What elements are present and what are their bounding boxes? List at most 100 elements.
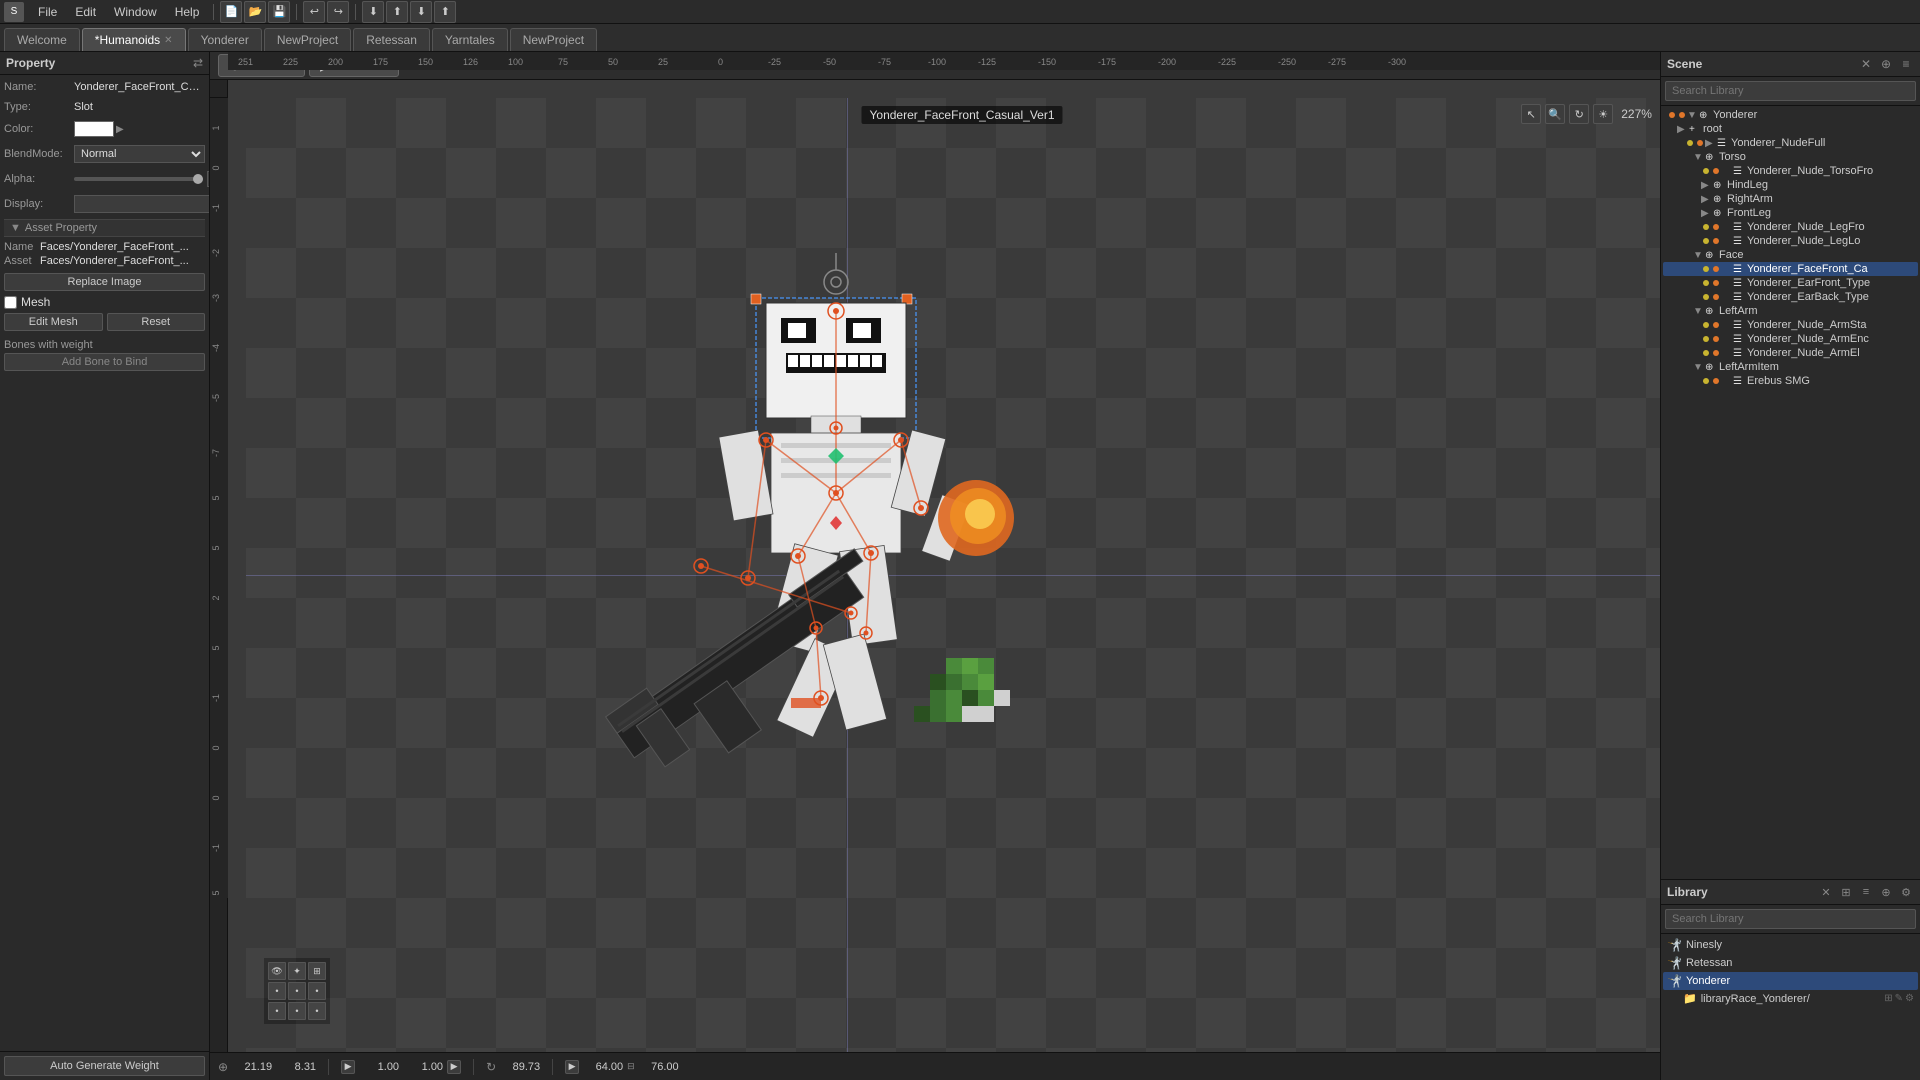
menu-help[interactable]: Help <box>167 3 208 21</box>
import-btn[interactable]: ⬇ <box>362 1 384 23</box>
lib-list-btn[interactable]: ≡ <box>1858 884 1874 900</box>
lib-settings-btn[interactable]: ⚙ <box>1898 884 1914 900</box>
auto-generate-btn[interactable]: Auto Generate Weight <box>4 1056 205 1076</box>
tree-arrow-ra[interactable]: ▶ <box>1701 194 1713 205</box>
tree-arrow-0[interactable]: ▼ <box>1687 110 1699 121</box>
redo-btn[interactable]: ↪ <box>327 1 349 23</box>
tree-item-torsofro[interactable]: ▶ ☰ Yonderer_Nude_TorsoFro <box>1663 164 1918 178</box>
lib-sub-btn-1[interactable]: ⊞ <box>1884 993 1892 1004</box>
mesh-checkbox[interactable] <box>4 296 17 309</box>
tree-item-face[interactable]: ▼ ⊕ Face <box>1663 248 1918 262</box>
tab-humanoids-close[interactable]: ✕ <box>164 35 172 46</box>
alpha-slider[interactable] <box>74 177 203 181</box>
tree-item-leftarmitem[interactable]: ▼ ⊕ LeftArmItem <box>1663 360 1918 374</box>
dot4[interactable]: • <box>268 1002 286 1020</box>
lib-item-ninesly[interactable]: 🤺 Ninesly <box>1663 936 1918 954</box>
search-view-btn[interactable]: 🔍 <box>1545 104 1565 124</box>
lib-add-btn[interactable]: ⊕ <box>1878 884 1894 900</box>
left-panel-close[interactable]: ⇄ <box>193 56 203 70</box>
tree-item-nudefull[interactable]: ▶ ☰ Yonderer_NudeFull <box>1663 136 1918 150</box>
cursor-tool-btn[interactable]: ↖ <box>1521 104 1541 124</box>
dot5[interactable]: • <box>288 1002 306 1020</box>
tree-item-facefront[interactable]: ▶ ☰ Yonderer_FaceFront_Ca <box>1663 262 1918 276</box>
lib-sub-btn-3[interactable]: ⚙ <box>1905 993 1914 1004</box>
asset-section-arrow[interactable]: ▼ <box>10 222 21 234</box>
tree-arrow-nf[interactable]: ▶ <box>1705 138 1717 149</box>
alpha-value-input[interactable]: 100 <box>207 171 209 187</box>
library-search-input[interactable] <box>1665 909 1916 929</box>
scene-close-btn[interactable]: ✕ <box>1858 56 1874 72</box>
display-input[interactable]: Faces/Yonderer_Fa <box>74 195 209 213</box>
tab-humanoids[interactable]: *Humanoids ✕ <box>82 28 186 51</box>
blendmode-select[interactable]: Normal <box>74 145 205 163</box>
grid-tool[interactable]: ⊞ <box>308 962 326 980</box>
tree-item-leftarm[interactable]: ▼ ⊕ LeftArm <box>1663 304 1918 318</box>
dot6[interactable]: • <box>308 1002 326 1020</box>
export-btn-status[interactable]: ▶ <box>447 1060 461 1074</box>
dot1[interactable]: • <box>268 982 286 1000</box>
lib-grid-btn[interactable]: ⊞ <box>1838 884 1854 900</box>
color-swatch[interactable] <box>74 121 114 137</box>
frame-btn[interactable]: ▶ <box>565 1060 579 1074</box>
light-btn[interactable]: ☀ <box>1593 104 1613 124</box>
tab-yonderer[interactable]: Yonderer <box>188 28 262 51</box>
tree-item-hindleg[interactable]: ▶ ⊕ HindLeg <box>1663 178 1918 192</box>
tree-arrow-la[interactable]: ▼ <box>1693 306 1705 317</box>
tab-newproject2[interactable]: NewProject <box>510 28 597 51</box>
tab-welcome[interactable]: Welcome <box>4 28 80 51</box>
tree-icon-as: ☰ <box>1733 320 1747 331</box>
tab-yarntales[interactable]: Yarntales <box>432 28 508 51</box>
tree-item-yonderer-root[interactable]: ▼ ⊕ Yonderer <box>1663 108 1918 122</box>
tree-item-erebus[interactable]: ▶ ☰ Erebus SMG <box>1663 374 1918 388</box>
menu-edit[interactable]: Edit <box>67 3 104 21</box>
tab-newproject1[interactable]: NewProject <box>264 28 351 51</box>
tree-arrow-root[interactable]: ▶ <box>1677 124 1689 135</box>
anim-import-btn[interactable]: ⬇ <box>410 1 432 23</box>
tree-item-armenc[interactable]: ▶ ☰ Yonderer_Nude_ArmEnc <box>1663 332 1918 346</box>
tree-arrow-hl[interactable]: ▶ <box>1701 180 1713 191</box>
tree-arrow-lai[interactable]: ▼ <box>1693 362 1705 373</box>
tree-item-armel[interactable]: ▶ ☰ Yonderer_Nude_ArmEl <box>1663 346 1918 360</box>
tree-item-rightarm[interactable]: ▶ ⊕ RightArm <box>1663 192 1918 206</box>
transform-tool[interactable]: ✦ <box>288 962 306 980</box>
open-btn[interactable]: 📂 <box>244 1 266 23</box>
tree-item-earback[interactable]: ▶ ☰ Yonderer_EarBack_Type <box>1663 290 1918 304</box>
edit-mesh-btn[interactable]: Edit Mesh <box>4 313 103 331</box>
eye-tool[interactable]: 👁 <box>268 962 286 980</box>
tree-item-frontleg[interactable]: ▶ ⊕ FrontLeg <box>1663 206 1918 220</box>
viewport[interactable]: Yonderer_FaceFront_Casual_Ver1 ↖ 🔍 ↻ ☀ 2… <box>246 98 1660 1052</box>
menu-file[interactable]: File <box>30 3 65 21</box>
dot3[interactable]: • <box>308 982 326 1000</box>
lib-sub-btn-2[interactable]: ✎ <box>1895 993 1903 1004</box>
tree-item-legfro[interactable]: ▶ ☰ Yonderer_Nude_LegFro <box>1663 220 1918 234</box>
lib-item-retessan[interactable]: 🤺 Retessan <box>1663 954 1918 972</box>
undo-btn[interactable]: ↩ <box>303 1 325 23</box>
save-btn[interactable]: 💾 <box>268 1 290 23</box>
tree-arrow-face[interactable]: ▼ <box>1693 250 1705 261</box>
dot2[interactable]: • <box>288 982 306 1000</box>
scene-search-input[interactable] <box>1665 81 1916 101</box>
tree-item-root[interactable]: ▶ + root <box>1663 122 1918 136</box>
rotate-view-btn[interactable]: ↻ <box>1569 104 1589 124</box>
tab-retessan[interactable]: Retessan <box>353 28 430 51</box>
scene-filter-btn[interactable]: ≡ <box>1898 56 1914 72</box>
reset-mesh-btn[interactable]: Reset <box>107 313 206 331</box>
tree-item-leglo[interactable]: ▶ ☰ Yonderer_Nude_LegLo <box>1663 234 1918 248</box>
lib-close-btn[interactable]: ✕ <box>1818 884 1834 900</box>
tree-arrow-fl[interactable]: ▶ <box>1701 208 1713 219</box>
scene-add-btn[interactable]: ⊕ <box>1878 56 1894 72</box>
tree-item-armsta[interactable]: ▶ ☰ Yonderer_Nude_ArmSta <box>1663 318 1918 332</box>
new-btn[interactable]: 📄 <box>220 1 242 23</box>
export-btn[interactable]: ⬆ <box>386 1 408 23</box>
anim-export-btn[interactable]: ⬆ <box>434 1 456 23</box>
play-btn-status[interactable]: ▶ <box>341 1060 355 1074</box>
lib-sub-race[interactable]: 📁 libraryRace_Yonderer/ ⊞ ✎ ⚙ <box>1663 990 1918 1007</box>
tree-item-earfront[interactable]: ▶ ☰ Yonderer_EarFront_Type <box>1663 276 1918 290</box>
color-arrow[interactable]: ▶ <box>116 124 124 135</box>
tree-item-torso[interactable]: ▼ ⊕ Torso <box>1663 150 1918 164</box>
replace-image-btn[interactable]: Replace Image <box>4 273 205 291</box>
menu-window[interactable]: Window <box>106 3 165 21</box>
lib-item-yonderer[interactable]: 🤺 Yonderer <box>1663 972 1918 990</box>
add-bone-btn[interactable]: Add Bone to Bind <box>4 353 205 371</box>
tree-arrow-torso[interactable]: ▼ <box>1693 152 1705 163</box>
